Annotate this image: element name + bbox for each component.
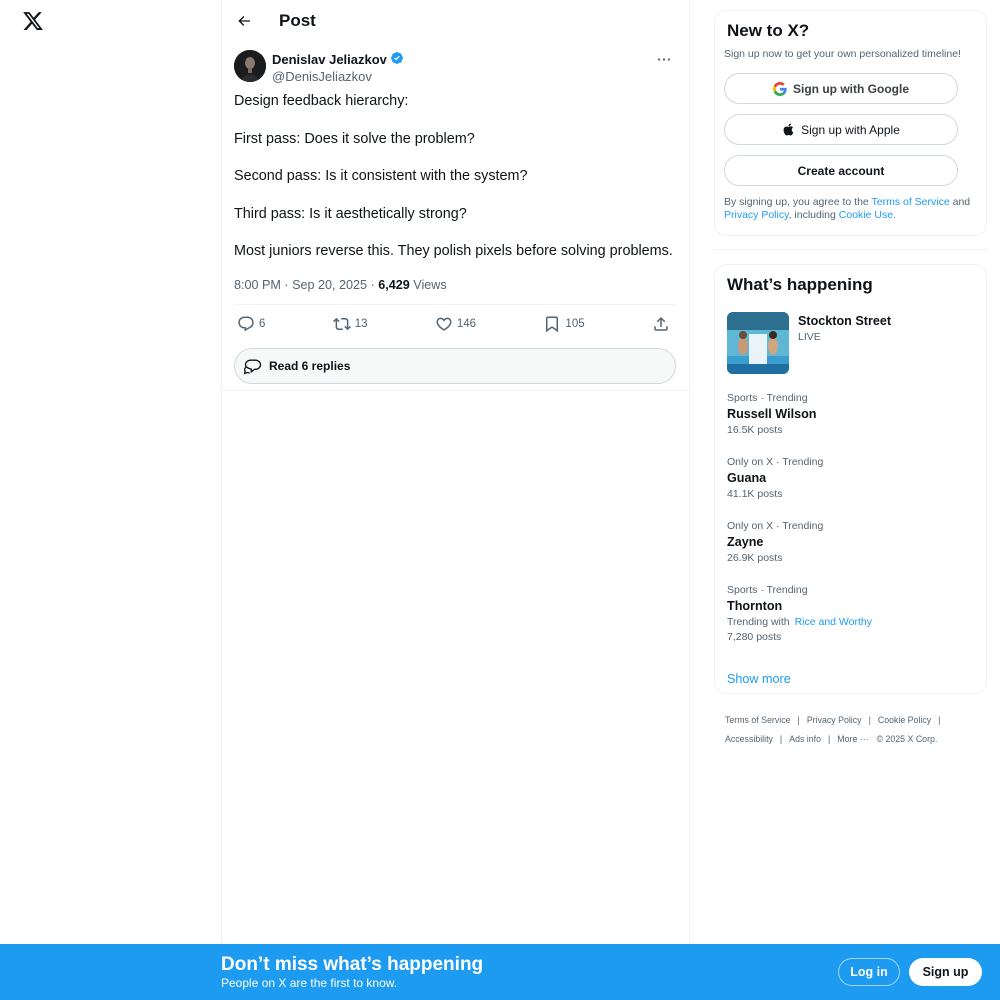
trend-related: Trending with Rice and Worthy [727,616,873,628]
like-button[interactable]: 146 [435,315,476,333]
banner-subtitle: People on X are the first to know. [221,976,398,990]
featured-trend[interactable]: Stockton Street LIVE [727,312,974,374]
share-button[interactable] [652,315,670,333]
trend-name: Zayne [727,535,764,549]
page-title: Post [279,11,316,30]
trend-count: 26.9K posts [727,552,783,564]
cookie-link[interactable]: Cookie Use. [839,209,896,221]
trends-card: What’s happening Stockton Street LIVE Sp… [714,264,987,694]
footer-accessibility-link[interactable]: Accessibility [725,734,773,744]
trend-related-link[interactable]: Rice and Worthy [795,616,872,628]
verified-badge-icon [390,51,404,68]
author-display-name[interactable]: Denislav Jeliazkov [272,51,404,68]
trend-name: Guana [727,471,767,485]
post: Denislav Jeliazkov @DenisJeliazkov Desig… [222,50,689,384]
trend-item[interactable]: Only on X · Trending Zayne 26.9K posts [727,520,974,566]
post-author: Denislav Jeliazkov @DenisJeliazkov [234,50,676,92]
views-count: 6,429 [378,277,410,292]
copyright: © 2025 X Corp. [876,734,938,744]
trend-context: Sports · Trending [727,392,808,404]
post-text: Design feedback hierarchy: First pass: D… [234,92,676,260]
trends-title: What’s happening [727,275,873,294]
trend-count: 16.5K posts [727,424,783,436]
read-replies-button[interactable]: Read 6 replies [234,347,676,384]
back-arrow-icon[interactable] [234,11,254,31]
more-options-icon[interactable] [654,52,674,66]
show-more-link[interactable]: Show more [727,672,791,686]
reply-count: 6 [259,318,266,330]
signup-apple-label: Sign up with Apple [801,122,900,137]
live-badge: LIVE [798,331,821,343]
signup-google-label: Sign up with Google [793,81,909,96]
footer-cookie-link[interactable]: Cookie Policy [878,715,931,725]
post-text-line: Third pass: Is it aesthetically strong? [234,205,467,222]
like-count: 146 [456,318,477,330]
trend-context: Only on X · Trending [727,456,824,468]
bookmark-button[interactable]: 105 [543,315,585,333]
divider [714,249,987,250]
footer-terms-link[interactable]: Terms of Service [725,715,791,725]
signup-button[interactable]: Sign up [909,958,982,986]
signup-legal-text: By signing up, you agree to the Terms of… [724,196,971,221]
footer-ads-link[interactable]: Ads info [789,734,821,744]
x-logo-icon[interactable] [22,10,44,32]
main-column: Post Denislav Jeliazkov @DenisJeliazkov … [221,0,690,944]
post-meta: 8:00 PM · Sep 20, 2025 · 6,429 Views [234,277,447,292]
signup-google-button[interactable]: Sign up with Google [724,73,958,104]
privacy-link[interactable]: Privacy Policy [724,209,789,221]
author-handle[interactable]: @DenisJeliazkov [272,69,404,84]
repost-icon [332,317,351,331]
post-time[interactable]: 8:00 PM [234,278,281,292]
trend-item[interactable]: Sports · Trending Thornton Trending with… [727,584,974,643]
trend-item[interactable]: Sports · Trending Russell Wilson 16.5K p… [727,392,974,438]
author-names: Denislav Jeliazkov @DenisJeliazkov [272,50,404,84]
heart-icon [436,317,452,331]
trend-count: 41.1K posts [727,488,783,500]
signup-card: New to X? Sign up now to get your own pe… [714,10,987,236]
reply-icon [238,316,254,332]
google-icon [773,81,787,96]
banner-title: Don’t miss what’s happening [221,954,484,975]
avatar[interactable] [234,50,266,82]
signup-subtitle: Sign up now to get your own personalized… [724,48,961,60]
bookmark-icon [546,316,559,333]
footer-links: Terms of Service | Privacy Policy | Cookie P… [725,715,941,744]
repost-count: 13 [354,318,368,330]
bookmark-count: 105 [565,318,585,330]
featured-title: Stockton Street [798,314,892,328]
repost-button[interactable]: 13 [332,315,368,333]
author-name-text: Denislav Jeliazkov [272,52,387,67]
post-header: Post [222,0,689,42]
apple-icon [783,123,794,136]
terms-link[interactable]: Terms of Service [872,196,950,208]
share-icon [654,316,668,331]
trend-count: 7,280 posts [727,631,782,643]
conversation-icon [243,359,262,375]
reply-button[interactable]: 6 [237,315,265,333]
featured-thumbnail [727,312,789,374]
post-date[interactable]: Sep 20, 2025 [292,278,367,292]
post-text-line: Second pass: Is it consistent with the s… [234,168,528,184]
trend-context: Only on X · Trending [727,520,824,532]
divider [222,389,689,391]
views-label: Views [413,277,447,292]
featured-text: Stockton Street LIVE [798,314,891,374]
footer-privacy-link[interactable]: Privacy Policy [807,715,862,725]
read-replies-label: Read 6 replies [269,358,351,373]
signup-apple-button[interactable]: Sign up with Apple [724,114,958,145]
create-account-button[interactable]: Create account [724,155,958,186]
trend-item[interactable]: Only on X · Trending Guana 41.1K posts [727,456,974,502]
post-actions: 6 13 146 105 [234,303,676,344]
trend-name: Thornton [727,599,783,613]
signup-title: New to X? [727,21,810,40]
post-text-line: First pass: Does it solve the problem? [234,130,475,147]
post-text-line: Most juniors reverse this. They polish p… [234,243,673,259]
trend-name: Russell Wilson [727,407,817,421]
trend-context: Sports · Trending [727,584,808,596]
login-button[interactable]: Log in [838,958,900,986]
post-text-line: Design feedback hierarchy: [234,93,409,109]
footer-more-link[interactable]: More ··· [837,734,868,744]
